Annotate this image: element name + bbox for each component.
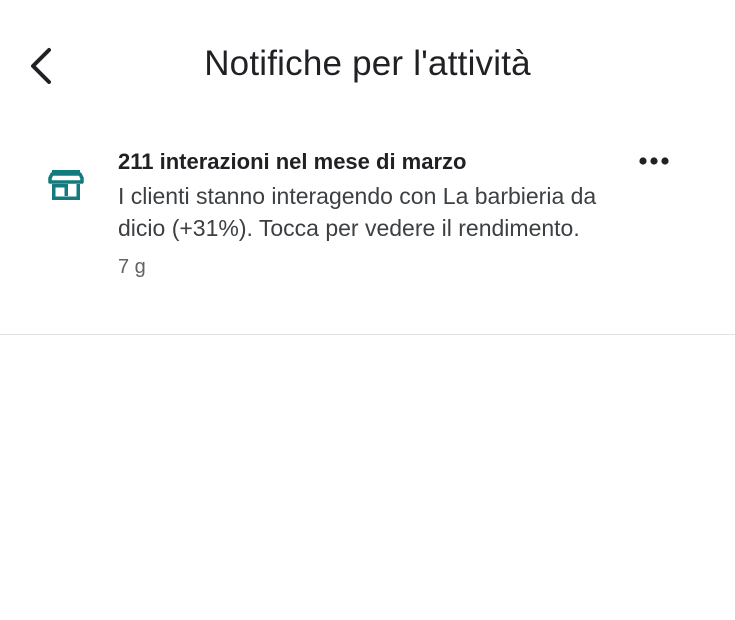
storefront-icon: [48, 170, 84, 200]
app-header: Notifiche per l'attività: [0, 0, 735, 120]
notification-item[interactable]: 211 interazioni nel mese di marzo I clie…: [0, 130, 735, 335]
notification-content: 211 interazioni nel mese di marzo I clie…: [118, 148, 638, 280]
notification-title: 211 interazioni nel mese di marzo: [118, 149, 467, 174]
page-title: Notifiche per l'attività: [204, 44, 531, 83]
more-options-button[interactable]: [634, 146, 674, 176]
more-horiz-icon: [639, 157, 669, 165]
notification-time: 7 g: [118, 256, 146, 278]
notification-text: I clienti stanno interagendo con La barb…: [118, 183, 597, 241]
